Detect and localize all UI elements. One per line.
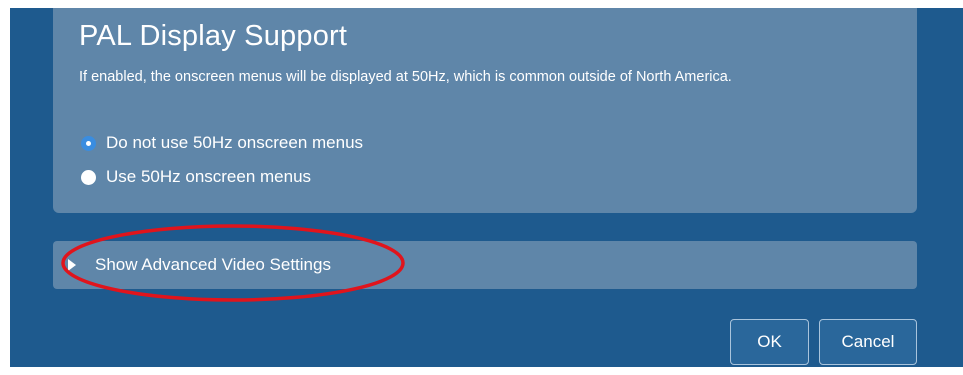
radio-option-use-50hz[interactable]: Use 50Hz onscreen menus (81, 165, 311, 189)
ok-button[interactable]: OK (730, 319, 809, 365)
pal-section-description: If enabled, the onscreen menus will be d… (79, 69, 732, 85)
triangle-right-icon (68, 259, 76, 271)
show-advanced-video-settings-toggle[interactable]: Show Advanced Video Settings (53, 241, 917, 289)
cancel-button[interactable]: Cancel (819, 319, 917, 365)
radio-option-no-50hz[interactable]: Do not use 50Hz onscreen menus (81, 131, 363, 155)
pal-section-title: PAL Display Support (79, 20, 348, 52)
video-settings-screen: PAL Display Support If enabled, the onsc… (10, 8, 963, 367)
radio-unselected-icon[interactable] (81, 169, 96, 185)
radio-option-label: Use 50Hz onscreen menus (106, 167, 312, 186)
pal-display-support-panel: PAL Display Support If enabled, the onsc… (53, 8, 917, 213)
radio-selected-icon[interactable] (81, 135, 96, 151)
advanced-settings-label: Show Advanced Video Settings (95, 255, 331, 274)
radio-option-label: Do not use 50Hz onscreen menus (106, 133, 364, 152)
